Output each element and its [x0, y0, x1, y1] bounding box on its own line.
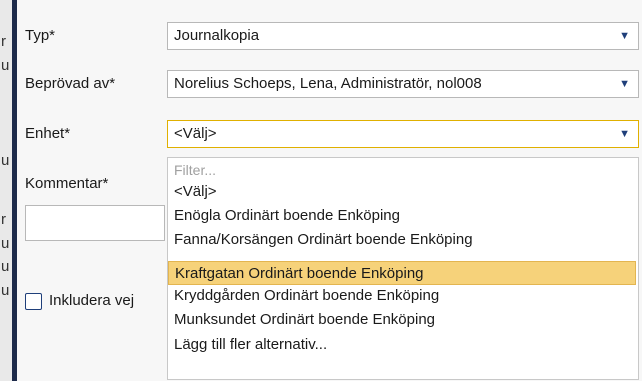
- background-text-fragment: u: [1, 282, 10, 299]
- chevron-down-icon: ▼: [619, 30, 630, 42]
- include-checkbox[interactable]: [25, 293, 42, 310]
- beprovad-label: Beprövad av*: [25, 75, 116, 92]
- dropdown-option[interactable]: <Välj>: [168, 180, 636, 204]
- chevron-down-icon: ▼: [619, 128, 630, 140]
- dropdown-option[interactable]: Enögla Ordinärt boende Enköping: [168, 204, 636, 228]
- enhet-select-value: <Välj>: [174, 125, 217, 142]
- chevron-down-icon: ▼: [619, 78, 630, 90]
- typ-select[interactable]: Journalkopia ▼: [167, 22, 639, 50]
- form-panel: Typ* Journalkopia ▼ Beprövad av* Noreliu…: [17, 0, 642, 381]
- background-page-strip: r u u r u u u: [0, 0, 12, 381]
- enhet-label: Enhet*: [25, 125, 71, 142]
- dropdown-option[interactable]: Munksundet Ordinärt boende Enköping: [168, 308, 636, 332]
- typ-select-value: Journalkopia: [174, 27, 260, 44]
- dropdown-option[interactable]: Fanna/Korsängen Ordinärt boende Enköping: [168, 228, 636, 252]
- kommentar-textarea[interactable]: [25, 205, 165, 241]
- beprovad-select-value: Norelius Schoeps, Lena, Administratör, n…: [174, 75, 482, 92]
- enhet-select[interactable]: <Välj> ▼: [167, 120, 639, 148]
- include-checkbox-label: Inkludera vej: [49, 292, 135, 309]
- background-text-fragment: u: [1, 258, 10, 275]
- background-text-fragment: u: [1, 235, 10, 252]
- background-text-fragment: u: [1, 152, 10, 169]
- beprovad-select[interactable]: Norelius Schoeps, Lena, Administratör, n…: [167, 70, 639, 98]
- filter-input[interactable]: Filter...: [174, 162, 216, 178]
- background-text-fragment: u: [1, 57, 10, 74]
- background-text-fragment: r: [1, 33, 6, 50]
- kommentar-label: Kommentar*: [25, 175, 109, 192]
- dropdown-option-add-more[interactable]: Lägg till fler alternativ...: [168, 333, 636, 357]
- typ-label: Typ*: [25, 27, 56, 44]
- dropdown-option-highlighted[interactable]: Kraftgatan Ordinärt boende Enköping: [168, 261, 636, 285]
- enhet-dropdown-list: Filter... <Välj> Enögla Ordinärt boende …: [167, 157, 639, 380]
- background-text-fragment: r: [1, 211, 6, 228]
- dropdown-option[interactable]: Kryddgården Ordinärt boende Enköping: [168, 284, 636, 308]
